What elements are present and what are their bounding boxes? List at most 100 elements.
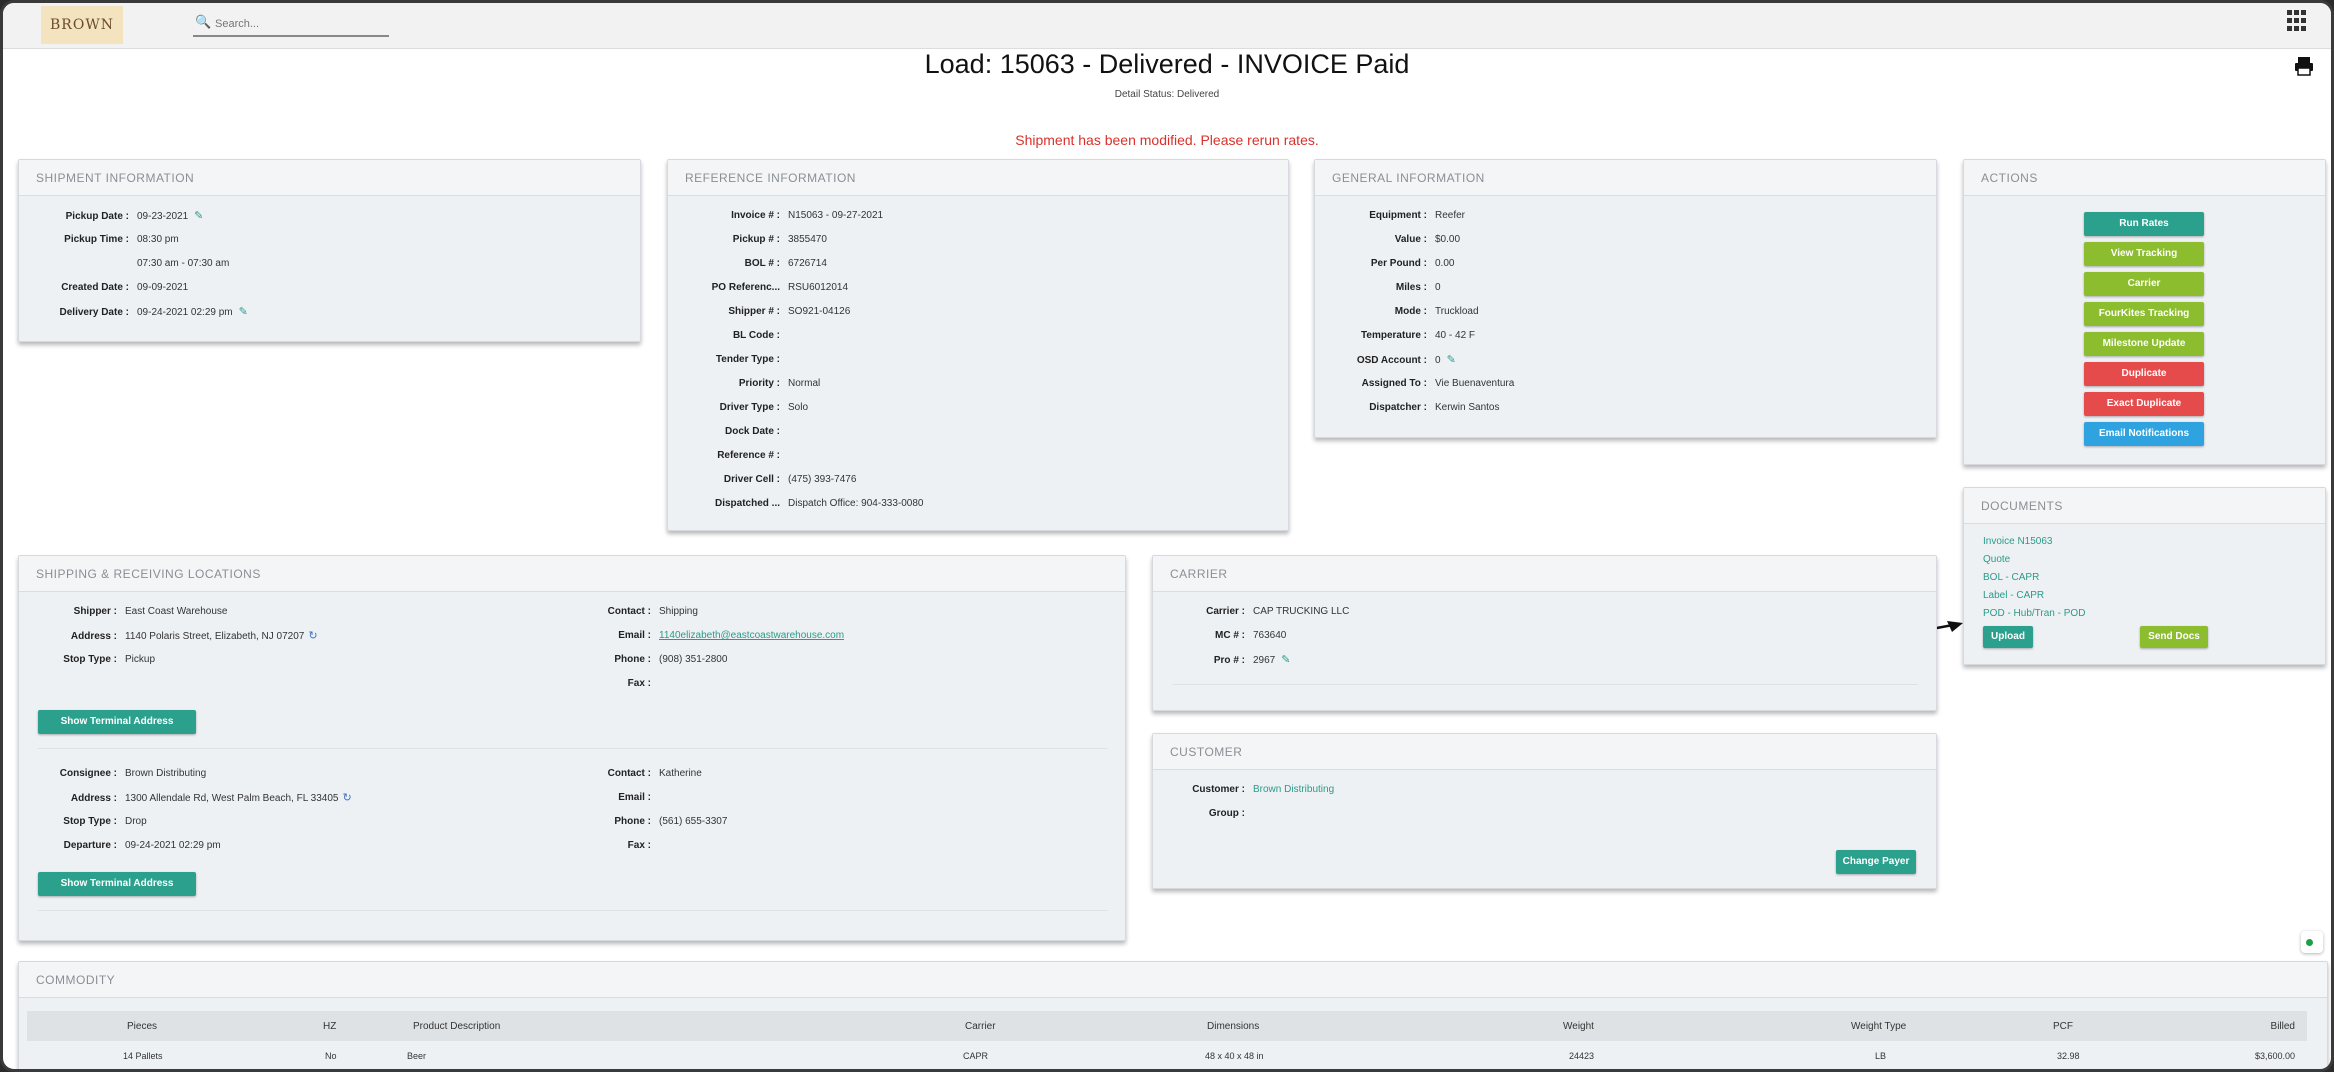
send-docs-button[interactable]: Send Docs — [2140, 626, 2208, 648]
column-header[interactable]: Product Description — [413, 1011, 500, 1041]
table-row[interactable]: 14 Pallets No Beer CAPR 48 x 40 x 48 in … — [27, 1043, 2307, 1069]
document-link[interactable]: Invoice N15063 — [1983, 534, 2053, 550]
refresh-icon[interactable]: ↻ — [308, 628, 317, 644]
field-value: 3855470 — [788, 234, 827, 245]
logo-text: BROWN — [50, 17, 114, 33]
brand-logo[interactable]: BROWN — [41, 6, 123, 44]
refresh-icon[interactable]: ↻ — [342, 790, 351, 806]
app-window: BROWN 🔍 Load: 15063 - Delivered - INVOIC… — [0, 0, 2334, 1072]
field-value: Shipping — [659, 606, 698, 617]
field-value: Pickup — [125, 654, 156, 665]
edit-pencil-icon[interactable]: ✎ — [194, 208, 203, 224]
field-label: Mode : — [1394, 306, 1427, 317]
email-link[interactable]: 1140elizabeth@eastcoastwarehouse.com — [659, 628, 844, 644]
field-value: East Coast Warehouse — [125, 606, 228, 617]
field-label: Stop Type : — [63, 654, 117, 665]
field-label: Equipment : — [1369, 210, 1427, 221]
customer-row: Customer : Brown Distributing — [1165, 782, 1334, 798]
duplicate-button[interactable]: Duplicate — [2084, 362, 2204, 386]
ref-row: PO Referenc... RSU6012014 — [680, 280, 848, 296]
status-widget-icon[interactable] — [2301, 931, 2323, 953]
field-value: 0.00 — [1435, 258, 1455, 269]
gen-row: Temperature : 40 - 42 F — [1327, 328, 1475, 344]
gen-row: OSD Account : 0 ✎ — [1327, 352, 1456, 368]
field-value: (561) 655-3307 — [659, 816, 728, 827]
shipment-info-panel: SHIPMENT INFORMATION Pickup Date : 09-23-… — [18, 159, 641, 342]
table-cell: $3,600.00 — [2254, 1051, 2295, 1061]
edit-pencil-icon[interactable]: ✎ — [1447, 352, 1456, 368]
document-link[interactable]: BOL - CAPR — [1983, 570, 2039, 586]
search-input[interactable] — [215, 15, 385, 33]
table-cell: 14 Pallets — [123, 1051, 163, 1061]
edit-pencil-icon[interactable]: ✎ — [239, 304, 248, 320]
document-link[interactable]: POD - Hub/Tran - POD — [1983, 606, 2085, 622]
field-label: Shipper : — [73, 606, 117, 617]
pickup-window-row: 07:30 am - 07:30 am — [31, 256, 229, 272]
ref-row: BOL # : 6726714 — [680, 256, 827, 272]
field-label: PO Referenc... — [711, 282, 780, 293]
field-value: (475) 393-7476 — [788, 474, 857, 485]
field-label: Pickup Date : — [65, 211, 129, 222]
document-link[interactable]: Label - CAPR — [1983, 588, 2044, 604]
consignee-phone-row: Phone : (561) 655-3307 — [579, 814, 727, 830]
panel-title: REFERENCE INFORMATION — [668, 160, 1288, 196]
field-label: BL Code : — [732, 330, 780, 341]
general-info-panel: GENERAL INFORMATION Equipment : Reefer Va… — [1314, 159, 1937, 438]
carrier-button[interactable]: Carrier — [2084, 272, 2204, 296]
column-header[interactable]: Carrier — [965, 1011, 996, 1041]
column-header[interactable]: Weight Type — [1851, 1011, 1906, 1041]
field-value: 09-09-2021 — [137, 282, 189, 293]
field-label: Reference # : — [717, 450, 780, 461]
field-label: Email : — [618, 630, 651, 641]
show-terminal-address-button[interactable]: Show Terminal Address — [38, 872, 196, 896]
gen-row: Value : $0.00 — [1327, 232, 1460, 248]
customer-link[interactable]: Brown Distributing — [1253, 782, 1334, 798]
column-header[interactable]: Weight — [1563, 1011, 1594, 1041]
column-header[interactable]: Pieces — [127, 1011, 157, 1041]
shipper-fax-row: Fax : — [579, 676, 659, 692]
email-notifications-button[interactable]: Email Notifications — [2084, 422, 2204, 446]
section-divider — [1172, 684, 1918, 685]
field-label: OSD Account : — [1356, 355, 1427, 366]
column-header[interactable]: HZ — [323, 1011, 336, 1041]
field-value: (908) 351-2800 — [659, 654, 728, 665]
consignee-departure-row: Departure : 09-24-2021 02:29 pm — [31, 838, 221, 854]
gen-row: Dispatcher : Kerwin Santos — [1327, 400, 1499, 416]
column-header[interactable]: Billed — [2271, 1011, 2295, 1041]
column-header[interactable]: Dimensions — [1207, 1011, 1259, 1041]
change-payer-button[interactable]: Change Payer — [1836, 850, 1916, 874]
ref-row: Reference # : — [680, 448, 788, 464]
panel-title: DOCUMENTS — [1964, 488, 2325, 524]
consignee-contact-row: Contact : Katherine — [579, 766, 702, 782]
field-value: 0 — [1435, 355, 1441, 366]
field-label: Shipper # : — [728, 306, 780, 317]
edit-pencil-icon[interactable]: ✎ — [1281, 652, 1290, 668]
field-label: Dispatched ... — [714, 498, 780, 509]
run-rates-button[interactable]: Run Rates — [2084, 212, 2204, 236]
upload-button[interactable]: Upload — [1983, 626, 2033, 648]
rerun-rates-alert: Shipment has been modified. Please rerun… — [1015, 132, 1319, 148]
field-label: Address : — [70, 793, 117, 804]
view-tracking-button[interactable]: View Tracking — [2084, 242, 2204, 266]
show-terminal-address-button[interactable]: Show Terminal Address — [38, 710, 196, 734]
milestone-update-button[interactable]: Milestone Update — [2084, 332, 2204, 356]
field-label: Pickup Time : — [64, 234, 129, 245]
field-value: Truckload — [1435, 306, 1479, 317]
ref-row: Invoice # : N15063 - 09-27-2021 — [680, 208, 883, 224]
print-icon[interactable] — [2293, 55, 2315, 77]
document-link[interactable]: Quote — [1983, 552, 2010, 568]
ref-row: Priority : Normal — [680, 376, 820, 392]
search-box: 🔍 — [193, 13, 389, 37]
panel-title: CUSTOMER — [1153, 734, 1936, 770]
delivery-date-row: Delivery Date : 09-24-2021 02:29 pm ✎ — [31, 304, 248, 320]
field-value: Solo — [788, 402, 809, 413]
field-value: Reefer — [1435, 210, 1466, 221]
apps-grid-icon[interactable] — [2287, 10, 2309, 32]
column-header[interactable]: PCF — [2053, 1011, 2073, 1041]
field-value: 6726714 — [788, 258, 827, 269]
pickup-date-row: Pickup Date : 09-23-2021 ✎ — [31, 208, 204, 224]
exact-duplicate-button[interactable]: Exact Duplicate — [2084, 392, 2204, 416]
fourkites-tracking-button[interactable]: FourKites Tracking — [2084, 302, 2204, 326]
field-label: Pro # : — [1213, 655, 1245, 666]
ref-row: Driver Type : Solo — [680, 400, 808, 416]
